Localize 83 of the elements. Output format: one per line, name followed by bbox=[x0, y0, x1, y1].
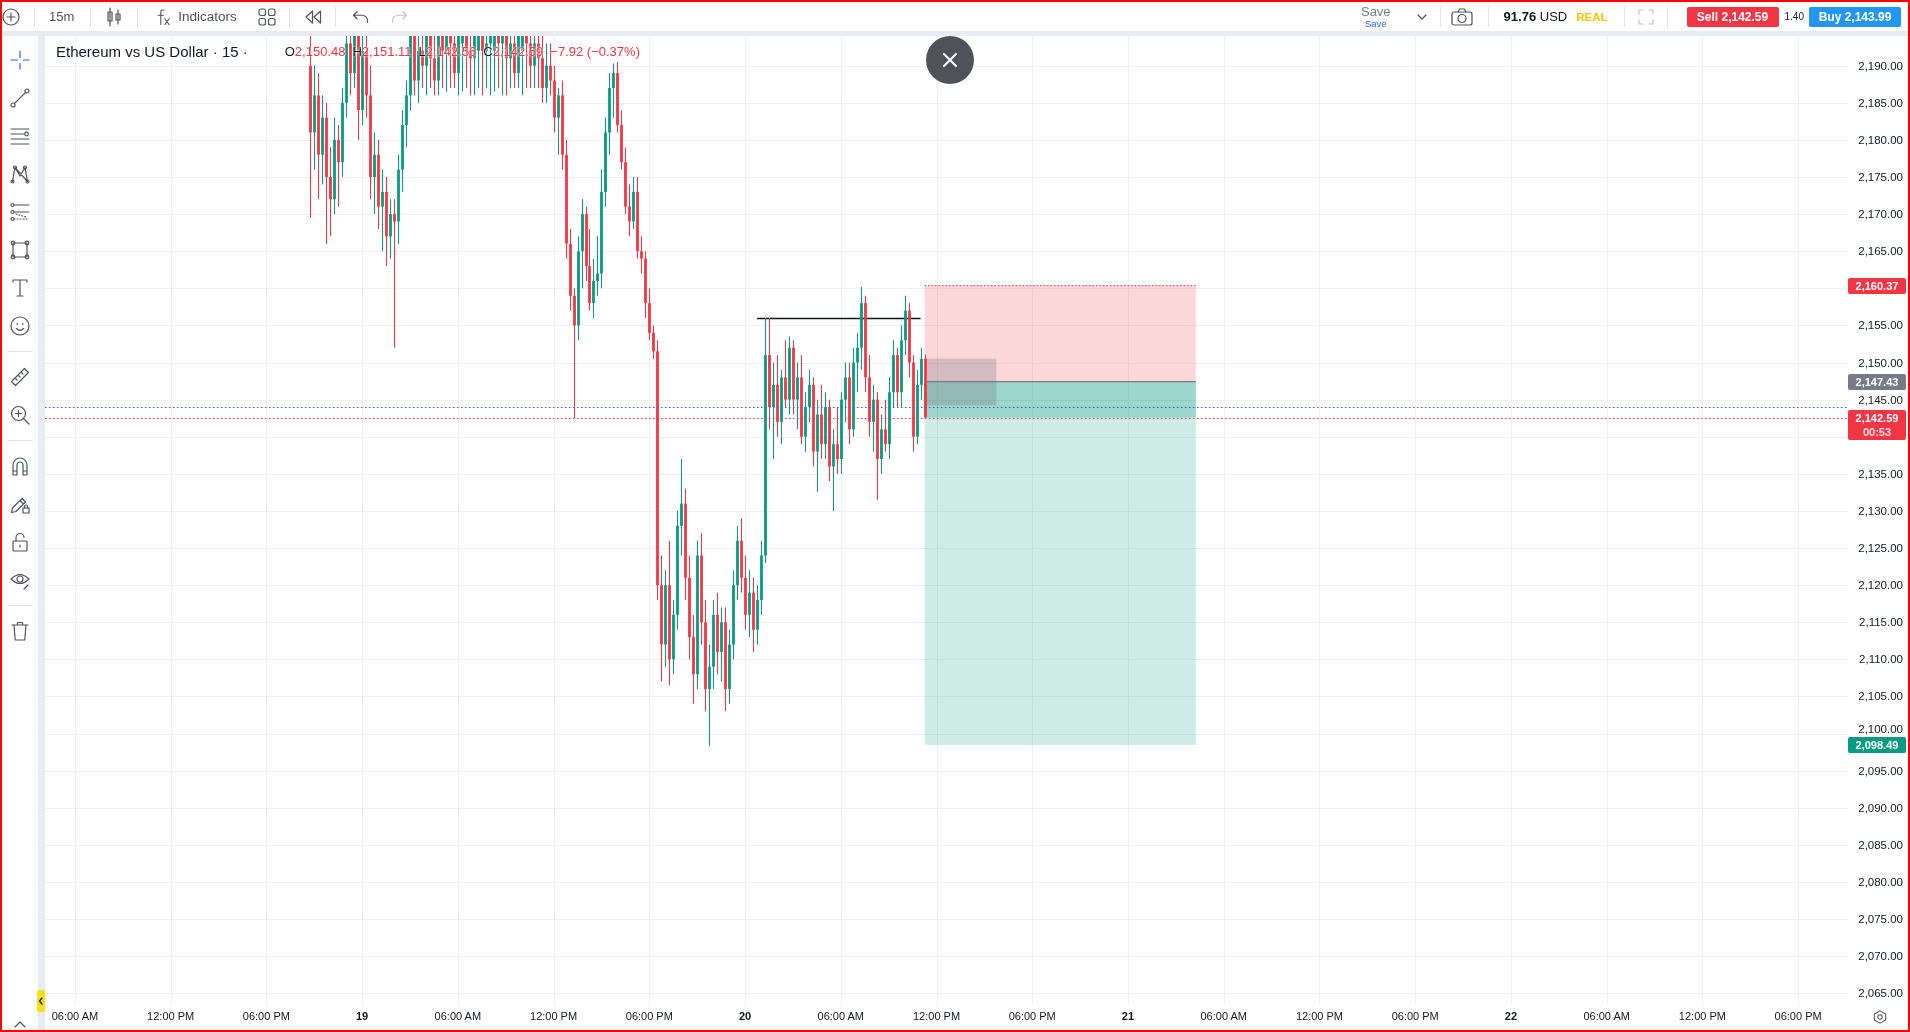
chevron-up-icon[interactable] bbox=[14, 1021, 26, 1028]
function-icon bbox=[155, 7, 172, 26]
time-label: 12:00 PM bbox=[147, 1010, 195, 1023]
price-label: 2,080.00 bbox=[1858, 875, 1903, 890]
text-tool-icon[interactable] bbox=[10, 278, 30, 298]
time-label: 06:00 AM bbox=[434, 1010, 482, 1023]
horizontal-lines-icon[interactable] bbox=[10, 126, 30, 146]
account-balance: 91.76 USD bbox=[1503, 9, 1568, 24]
price-label: 2,175.00 bbox=[1858, 170, 1903, 184]
price-label: 2,170.00 bbox=[1858, 207, 1903, 222]
price-label: 2,135.00 bbox=[1858, 466, 1903, 481]
close-button[interactable] bbox=[926, 36, 974, 84]
time-label: 06:00 PM bbox=[1774, 1010, 1822, 1023]
price-change: −7.92 (−0.37%) bbox=[549, 43, 641, 61]
grid-icon[interactable] bbox=[257, 7, 276, 26]
settings-icon[interactable] bbox=[1873, 1009, 1887, 1024]
time-label: 22 bbox=[1504, 1010, 1518, 1023]
price-label: 2,125.00 bbox=[1858, 541, 1903, 556]
indicators-button[interactable]: Indicators bbox=[155, 4, 237, 29]
smiley-icon[interactable] bbox=[10, 316, 30, 336]
price-label: 2,165.00 bbox=[1858, 244, 1903, 259]
price-label: 2,110.00 bbox=[1859, 652, 1903, 667]
magnet-icon[interactable] bbox=[10, 456, 30, 476]
price-label: 2,145.00 bbox=[1858, 392, 1903, 407]
time-label: 06:00 PM bbox=[1008, 1010, 1056, 1023]
account-mode-label: REAL bbox=[1576, 10, 1608, 23]
price-label: 2,185.00 bbox=[1858, 95, 1903, 110]
dotted-lines-icon[interactable] bbox=[10, 202, 30, 222]
rewind-icon[interactable] bbox=[303, 9, 322, 24]
time-label: 06:00 AM bbox=[1583, 1010, 1630, 1023]
undo-icon[interactable] bbox=[351, 9, 370, 24]
time-label: 19 bbox=[356, 1010, 369, 1023]
time-label: 12:00 PM bbox=[1295, 1010, 1343, 1023]
save-button[interactable]: Save Save bbox=[1360, 4, 1391, 29]
price-label: 2,065.00 bbox=[1858, 986, 1903, 1001]
time-label: 06:00 PM bbox=[1391, 1010, 1439, 1023]
tag-price: 2,098.49 bbox=[1855, 737, 1899, 752]
ruler-icon[interactable] bbox=[10, 367, 30, 387]
time-label: 12:00 PM bbox=[912, 1010, 961, 1023]
time-label: 06:00 PM bbox=[625, 1010, 673, 1023]
chevron-down-icon[interactable] bbox=[1416, 13, 1427, 20]
buy-button[interactable]: Buy 2,143.99 bbox=[1809, 6, 1901, 27]
time-label: 06:00 AM bbox=[1200, 1010, 1247, 1023]
price-label: 2,115.00 bbox=[1859, 615, 1903, 630]
price-label: 2,090.00 bbox=[1858, 800, 1903, 815]
horizontal-line[interactable] bbox=[756, 317, 922, 320]
tag-price: 2,142.59 bbox=[1855, 410, 1899, 425]
padlock-icon[interactable] bbox=[10, 532, 30, 552]
price-label: 2,190.00 bbox=[1858, 58, 1903, 73]
price-label: 2,180.00 bbox=[1858, 132, 1903, 147]
rectangle-icon[interactable] bbox=[10, 240, 30, 260]
price-label: 2,130.00 bbox=[1858, 503, 1903, 518]
zoom-in-icon[interactable] bbox=[10, 405, 30, 425]
trend-line-icon[interactable] bbox=[10, 88, 30, 108]
price-label: 2,105.00 bbox=[1858, 689, 1903, 704]
price-label: 2,075.00 bbox=[1858, 912, 1903, 927]
time-label: 06:00 AM bbox=[817, 1010, 864, 1023]
interval-button[interactable]: 15m bbox=[41, 4, 83, 29]
price-label: 2,100.00 bbox=[1858, 721, 1903, 736]
time-label: 06:00 AM bbox=[51, 1010, 99, 1023]
spread-value: 1.40 bbox=[1784, 11, 1804, 22]
time-label: 06:00 PM bbox=[242, 1010, 290, 1023]
price-label: 2,120.00 bbox=[1858, 578, 1903, 593]
candlestick-icon[interactable] bbox=[106, 6, 123, 27]
price-label: 2,095.00 bbox=[1858, 763, 1903, 778]
trash-icon[interactable] bbox=[10, 621, 30, 641]
price-label: 2,070.00 bbox=[1858, 949, 1903, 964]
tag-price: 2,160.37 bbox=[1855, 278, 1899, 293]
countdown-text: 00:53 bbox=[1862, 424, 1892, 439]
zigzag-icon[interactable] bbox=[10, 164, 30, 184]
camera-icon[interactable] bbox=[1450, 7, 1473, 26]
price-label: 2,150.00 bbox=[1858, 355, 1903, 370]
plus-circle-icon[interactable] bbox=[2, 7, 20, 26]
time-label: 21 bbox=[1121, 1010, 1135, 1023]
price-label: 2,085.00 bbox=[1858, 837, 1903, 852]
price-label: 2,155.00 bbox=[1858, 318, 1903, 333]
time-label: 12:00 PM bbox=[530, 1010, 578, 1023]
chevron-left-icon[interactable] bbox=[37, 990, 45, 1012]
close-icon bbox=[943, 53, 957, 67]
tag-price: 2,147.43 bbox=[1855, 374, 1899, 389]
time-label: 20 bbox=[738, 1010, 752, 1023]
time-label: 12:00 PM bbox=[1678, 1010, 1726, 1023]
sell-button[interactable]: Sell 2,142.59 bbox=[1686, 6, 1779, 27]
